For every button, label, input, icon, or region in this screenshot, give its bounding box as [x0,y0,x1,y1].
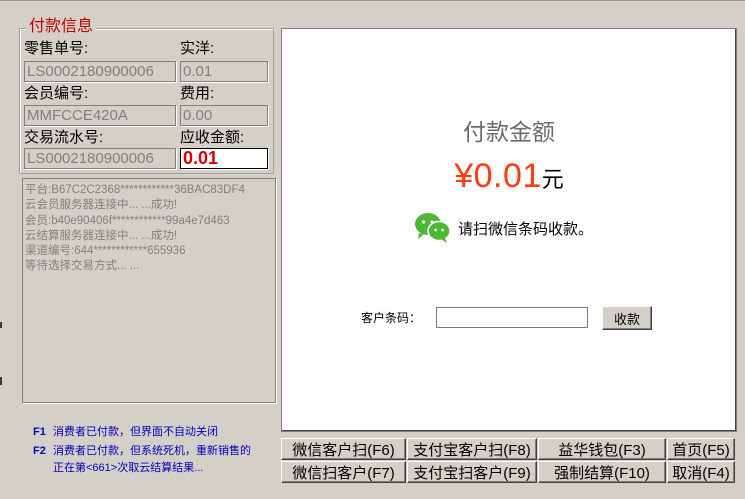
note-f2: F2 消费者已付款，但系统死机，重新销售的 [33,444,278,459]
retail-no-field: LS0002180900006 [24,61,176,82]
force-settle-button[interactable]: 强制结算(F10) [538,461,666,483]
amount-value: ¥0.01 [454,157,542,195]
amount-display: ¥0.01元 [282,157,736,196]
retail-no-label: 零售单号: [24,40,89,57]
note-text: 消费者已付款，但系统死机，重新销售的 [53,445,251,457]
log-line: 云结算服务器连接中... ...成功! [25,229,178,242]
collect-button[interactable]: 收款 [602,306,652,330]
serial-field: LS0002180900006 [24,148,176,169]
wechat-scan-customer-button[interactable]: 微信扫客户(F7) [281,461,406,483]
wechat-prompt-row: 请扫微信条码收款。 [414,212,593,244]
amount-unit: 元 [541,167,564,192]
wechat-customer-scan-button[interactable]: 微信客户扫(F6) [281,438,406,460]
member-no-label: 会员编号: [24,85,89,102]
home-button[interactable]: 首页(F5) [667,438,735,460]
function-key-notes: F1 消费者已付款，但界面不自动关闭 F2 消费者已付款，但系统死机，重新销售的 正… [33,425,278,476]
wechat-icon [415,213,451,243]
status-log[interactable]: 平台:B67C2C2368************36BAC83DF4 云会员服务… [22,178,276,403]
fee-label: 费用: [180,85,215,102]
payment-window: 付款信息 零售单号: LS0002180900006 实洋: 0.01 会员编号… [0,0,745,499]
log-line: 等待选择交易方式... ... [25,260,140,273]
log-line: 云会员服务器连接中... ...成功! [25,199,178,212]
alipay-scan-customer-button[interactable]: 支付宝扫客户(F9) [407,461,537,483]
log-line: 渠道编号:644************655936 [25,245,186,258]
note-key: F2 [33,445,46,457]
yihua-wallet-button[interactable]: 益华钱包(F3) [538,438,666,460]
payment-info-title: 付款信息 [26,18,97,36]
note-key: F1 [33,426,46,438]
receivable-label: 应收金额: [180,129,245,146]
alipay-customer-scan-button[interactable]: 支付宝客户扫(F8) [407,438,537,460]
customer-code-label: 客户条码： [361,311,422,325]
log-line: 会员:b40e90406f************99a4e7d463 [25,214,230,227]
actual-label: 实洋: [180,40,215,57]
receivable-field: 0.01 [180,148,268,169]
note-f1: F1 消费者已付款，但界面不自动关闭 [33,425,278,440]
payment-panel: 付款金额 ¥0.01元 请扫微信条码收款。 客户条码： 收款 [281,28,737,432]
fee-field: 0.00 [180,105,268,126]
log-line: 平台:B67C2C2368************36BAC83DF4 [25,184,245,196]
member-no-field: MMFCCE420A [24,105,176,126]
customer-code-input[interactable] [436,307,588,328]
note-text: 消费者已付款，但界面不自动关闭 [53,426,218,438]
left-edge-mark [0,322,2,328]
wechat-prompt-text: 请扫微信条码收款。 [458,220,594,238]
actual-field: 0.01 [180,61,268,82]
serial-label: 交易流水号: [24,129,104,146]
note-f2-cont: 正在第<661>次取云结算结果... [53,462,204,474]
left-edge-mark [0,377,2,385]
top-edge [0,0,745,1]
cancel-button[interactable]: 取消(F4) [667,461,735,483]
amount-title: 付款金额 [463,119,555,145]
